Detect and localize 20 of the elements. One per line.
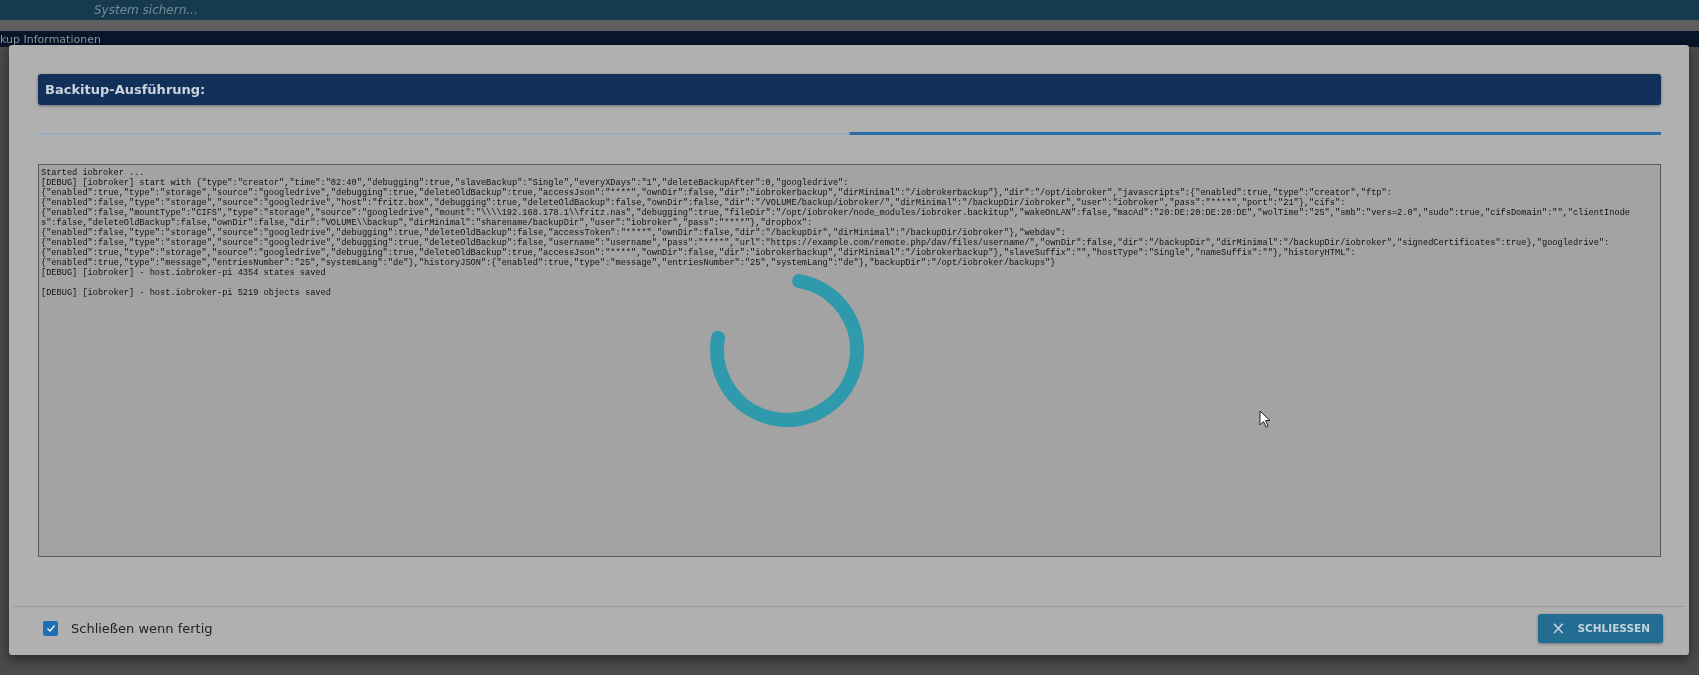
log-line: {"enabled":false,"mountType":"CIFS","type":"storage","source":"googledrive","mount":"\\\\192.168.178.1\\fritz.nas","debugging":true,"fileDir":"/opt/iobroker/node_modules/iobroker.backitup","wakeOnLAN":false,"macAd":"20:DE:20:DE:20:DE","wolTime":"25","smb":"vers=2.0","sudo":true,"cifsDomain":"","clientInode: [41, 208, 1630, 218]
log-line: {"enabled":false,"type":"storage","source":"googledrive","debugging":true,"deleteOldBackup":false,"username":"username","pass":"****","url":"https://example.com/remote.php/dav/files/username/","ownDir":false,"dir":"/backupDir","dirMinimal":"/backupDir/iobroker","signedCertificates":true},"googledrive":: [41, 238, 1610, 248]
log-line: Started iobroker ...: [41, 168, 145, 178]
mouse-pointer-icon: [1259, 410, 1271, 428]
close-button[interactable]: × SCHLIESSEN: [1538, 613, 1663, 643]
log-line: {"enabled":true,"type":"storage","source":"googledrive","debugging":true,"deleteOldBackup":true,"accessJson":"****","ownDir":false,"dir":"iobrokerbackup","dirMinimal":"/iobrokerbackup"},"slaveSuffix":"","hostType":"Single","nameSuffix":""},"historyHTML":: [41, 248, 1356, 258]
log-line: [DEBUG] [iobroker] - host.iobroker-pi 4354 states saved: [41, 268, 326, 278]
checkmark-icon: [44, 622, 57, 634]
log-line: [DEBUG] [iobroker] - host.iobroker-pi 5219 objects saved: [41, 288, 331, 298]
dialog-title: Backitup-Ausführung:: [45, 82, 206, 97]
log-line: [DEBUG] [iobroker] start with {"type":"creator","time":"02:40","debugging":true,"slaveBackup":"Single","everyXDays":"1","deleteBackupAfter":0,"googledrive":: [41, 178, 849, 188]
top-bar-title: System sichern...: [94, 3, 198, 17]
log-line: {"enabled":false,"type":"storage","source":"googledrive","host":"fritz.box","debugging":true,"deleteOldBackup":false,"ownDir":false,"dir":"/VOLUME/backup/iobroker/","dirMinimal":"/backupDir/iobroker","user":"iobroker","pass":"****","port":"21"},"cifs":: [41, 198, 1346, 208]
checkbox[interactable]: [43, 620, 58, 636]
log-line: {"enabled":false,"type":"storage","source":"googledrive","debugging":true,"deleteOldBackup":false,"accessToken":"****","ownDir":false,"dir":"/backupDir","dirMinimal":"/backupDir/iobroker"},"webdav":: [41, 228, 1066, 238]
log-line: s":false,"deleteOldBackup":false,"ownDir":false,"dir":"VOLUME\\backup","dirMinimal":"sharename/backupDir","user":"iobroker","pass":"****"},"dropbox":: [41, 218, 813, 228]
log-line: {"enabled":true,"type":"storage","source":"googledrive","debugging":true,"deleteOldBackup":true,"accessJson":"****","ownDir":false,"dir":"iobrokerbackup","dirMinimal":"/iobrokerbackup"},"dir":"/opt/iobroker","javascripts":{"enabled":true,"type":"creator","ftp":: [41, 188, 1392, 198]
checkbox-label: Schließen wenn fertig: [71, 620, 213, 636]
section-title: kup Informationen: [0, 32, 101, 46]
log-line: {"enabled":true,"type":"message","entriesNumber":"25","systemLang":"de"},"historyJSON":{"enabled":true,"type":"message","entriesNumber":"25","systemLang":"de"},"backupDir":"/opt/iobroker/backups"}: [41, 258, 1056, 268]
